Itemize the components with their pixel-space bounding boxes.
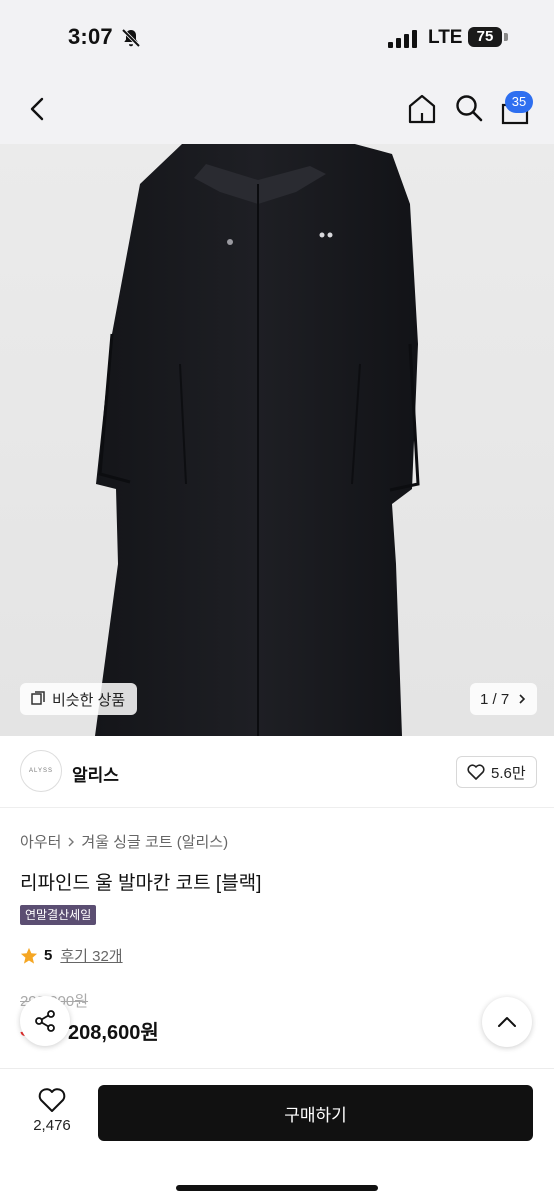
scroll-top-button[interactable] (482, 997, 532, 1047)
search-icon[interactable] (454, 93, 484, 123)
brand-logo-text: ALYSS (29, 768, 53, 774)
breadcrumb: 아우터 겨울 싱글 코트 (알리스) (20, 831, 228, 852)
cart-count-badge: 35 (505, 91, 533, 113)
wishlist-count: 2,476 (33, 1117, 71, 1134)
gallery-pager-text: 1 / 7 (480, 690, 510, 708)
product-title: 리파인드 울 발마칸 코트 [블랙] (20, 873, 262, 894)
chevron-up-icon (498, 1017, 516, 1027)
sale-tag: 연말결산세일 (20, 905, 97, 925)
gallery-pager[interactable]: 1 / 7 (470, 683, 538, 715)
battery-icon: 75 (468, 27, 502, 47)
heart-icon (467, 764, 485, 780)
status-time: 3:07 (68, 24, 113, 49)
breadcrumb-category[interactable]: 아우터 (20, 831, 61, 852)
brand-like-count: 5.6만 (491, 764, 526, 782)
similar-products-button[interactable]: 비슷한 상품 (20, 683, 138, 715)
buy-button[interactable]: 구매하기 (98, 1085, 533, 1141)
brand-name[interactable]: 알리스 (72, 761, 119, 786)
chevron-right-icon (68, 837, 75, 846)
chevron-right-icon (519, 694, 526, 704)
similar-products-label: 비슷한 상품 (52, 691, 126, 709)
rating-score: 5 (44, 947, 53, 964)
bottom-action-bar: 2,476 구매하기 (0, 1068, 554, 1200)
back-icon[interactable] (24, 94, 52, 124)
star-icon (20, 947, 38, 964)
battery-level: 75 (476, 28, 494, 45)
top-nav (0, 72, 554, 144)
rating-row: 5 후기 32개 (20, 945, 123, 966)
share-button[interactable] (20, 996, 70, 1046)
reviews-link[interactable]: 후기 32개 (60, 945, 122, 966)
brand-logo[interactable]: ALYSS (20, 750, 62, 792)
network-label: LTE (428, 27, 463, 48)
battery-nub (504, 33, 508, 41)
coat-illustration (95, 144, 420, 736)
product-image[interactable] (0, 144, 554, 736)
signal-icon (388, 30, 417, 48)
wishlist-button[interactable]: 2,476 (26, 1087, 78, 1134)
brand-row: ALYSS 알리스 5.6만 (0, 736, 554, 808)
brand-like-button[interactable]: 5.6만 (456, 756, 537, 788)
heart-icon (38, 1088, 66, 1112)
home-icon[interactable] (406, 92, 438, 126)
bell-muted-icon (121, 28, 141, 48)
home-indicator (176, 1185, 378, 1191)
share-icon (35, 1010, 55, 1032)
breadcrumb-subcategory[interactable]: 겨울 싱글 코트 (알리스) (81, 831, 228, 852)
status-bar: 3:07 LTE 75 (0, 0, 554, 72)
copy-icon (31, 691, 45, 705)
sale-price: 208,600원 (68, 1022, 159, 1044)
